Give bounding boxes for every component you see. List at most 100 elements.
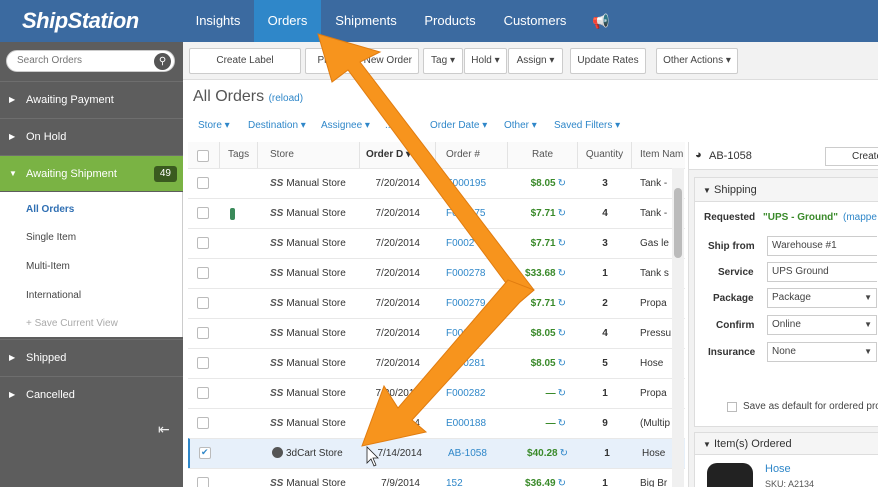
print-button[interactable]: Pr [305, 48, 340, 74]
order-number-link[interactable]: F00028 [446, 319, 506, 348]
header-rate[interactable]: Rate [508, 142, 578, 168]
row-checkbox[interactable] [197, 357, 209, 369]
header-select-all[interactable] [188, 142, 220, 168]
row-checkbox[interactable] [197, 267, 209, 279]
nav-customers[interactable]: Customers [489, 0, 581, 42]
filter-other[interactable]: Other ▾ [504, 120, 537, 131]
insurance-select[interactable]: None ▼ [767, 342, 877, 362]
reload-link[interactable]: (reload) [269, 93, 303, 104]
sidebar-group-on-hold[interactable]: ▶ On Hold [0, 118, 183, 154]
nav-products[interactable]: Products [411, 0, 489, 42]
row-checkbox[interactable] [197, 387, 209, 399]
ship-from-select[interactable]: Warehouse #1 [767, 236, 877, 256]
refresh-rate-icon[interactable]: ↻ [558, 238, 566, 249]
new-order-button[interactable]: New Order [344, 48, 419, 74]
row-checkbox[interactable] [199, 438, 211, 467]
create-label-button[interactable]: Create Label [189, 48, 301, 74]
confirm-select[interactable]: Online ▼ [767, 315, 877, 335]
refresh-rate-icon[interactable]: ↻ [558, 358, 566, 369]
tag-button[interactable]: Tag ▾ [423, 48, 463, 74]
header-quantity[interactable]: Quantity [578, 142, 632, 168]
items-section-header[interactable]: ▼ Item(s) Ordered [695, 433, 878, 455]
table-row[interactable]: SS Manual Store 7/20/2014 F000282— ↻ 1 Propa [188, 378, 685, 408]
refresh-rate-icon[interactable]: ↻ [558, 478, 566, 487]
filter-assignee[interactable]: Assignee ▾ [321, 120, 370, 131]
sidebar-group-awaiting-payment[interactable]: ▶ Awaiting Payment [0, 81, 183, 117]
refresh-rate-icon[interactable]: ↻ [558, 208, 566, 219]
row-checkbox[interactable] [197, 477, 209, 487]
search-input[interactable] [17, 55, 147, 66]
item-name-link[interactable]: Hose [765, 463, 791, 475]
order-number-link[interactable]: AB-1058 [448, 439, 508, 468]
table-row[interactable]: SS Manual Store 7/20/2014 E000188— ↻ 9 (Multip [188, 408, 685, 438]
table-row[interactable]: SS Manual Store 7/20/2014 F000279 $7.71 ↻ 2 Pro… [188, 288, 685, 318]
table-row[interactable]: SS Manual Store 7/20/2014 E000195 $8.05 ↻ 3 Tan… [188, 168, 685, 198]
filter-order-date[interactable]: Order Date ▾ [430, 120, 487, 131]
order-number-link[interactable]: E000195 [446, 169, 506, 198]
mapped-link[interactable]: (mappe [843, 212, 877, 223]
table-scrollbar[interactable] [672, 168, 684, 487]
order-number-link[interactable]: F000275 [446, 199, 506, 228]
refresh-rate-icon[interactable]: ↻ [558, 178, 566, 189]
refresh-rate-icon[interactable]: ↻ [558, 418, 566, 429]
create-label-panel-button[interactable]: Create [825, 147, 878, 166]
nav-orders[interactable]: Orders [254, 0, 321, 42]
sidebar-group-awaiting-shipment[interactable]: ▼ Awaiting Shipment 49 [0, 155, 183, 191]
row-checkbox[interactable] [197, 417, 209, 429]
filter-saved-filters[interactable]: Saved Filters ▾ [554, 120, 620, 131]
table-row[interactable]: SS Manual Store 7/20/2014 F0002 $7.71 ↻ 3 Gas l… [188, 228, 685, 258]
collapse-sidebar-icon[interactable]: ⇤ [158, 421, 170, 438]
select-all-checkbox[interactable] [197, 150, 209, 162]
row-checkbox[interactable] [197, 327, 209, 339]
refresh-rate-icon[interactable]: ↻ [558, 328, 566, 339]
header-store[interactable]: Store [258, 142, 360, 168]
order-number-link[interactable]: F000278 [446, 259, 506, 288]
table-row[interactable]: SS Manual Store 7/20/2014 F000281 $8.05 ↻ 5 Hos… [188, 348, 685, 378]
header-order-number[interactable]: Order # [436, 142, 508, 168]
sidebar-item-all-orders[interactable]: All Orders [26, 204, 74, 215]
save-default-checkbox[interactable] [727, 402, 737, 412]
header-tags[interactable]: Tags [220, 142, 258, 168]
sidebar-item-single-item[interactable]: Single Item [26, 232, 76, 243]
nav-insights[interactable]: Insights [183, 0, 253, 42]
sidebar-item-multi-item[interactable]: Multi-Item [26, 261, 70, 272]
sidebar-group-shipped[interactable]: ▶ Shipped [0, 339, 183, 375]
hold-button[interactable]: Hold ▾ [464, 48, 507, 74]
megaphone-icon[interactable]: 📢 [581, 0, 621, 42]
order-number-link[interactable]: F000282 [446, 379, 506, 408]
table-row[interactable]: SS Manual Store 7/9/2014 152 $36.49 ↻ 1 Big Br [188, 468, 685, 487]
service-select[interactable]: UPS Ground [767, 262, 877, 282]
filter-store[interactable]: Store ▾ [198, 120, 230, 131]
row-checkbox[interactable] [197, 237, 209, 249]
header-item-name[interactable]: Item Nam [632, 142, 685, 168]
other-actions-button[interactable]: Other Actions ▾ [656, 48, 738, 74]
row-checkbox[interactable] [197, 297, 209, 309]
order-number-link[interactable]: F000279 [446, 289, 506, 318]
table-row[interactable]: SS Manual Store 7/20/2014 F000275 $7.71 ↻ 4 Tan… [188, 198, 685, 228]
order-number-link[interactable]: 152 [446, 469, 506, 487]
assign-button[interactable]: Assign ▾ [508, 48, 563, 74]
filter-destination[interactable]: Destination ▾ [248, 120, 306, 131]
nav-shipments[interactable]: Shipments [321, 0, 411, 42]
search-icon[interactable]: ⚲ [154, 53, 171, 70]
row-checkbox[interactable] [197, 207, 209, 219]
brand-logo[interactable]: ShipStation [22, 8, 139, 34]
filter-hidden[interactable]: ... [385, 120, 393, 131]
order-number-link[interactable]: F000281 [446, 349, 506, 378]
order-number-link[interactable]: F0002 [446, 229, 506, 258]
scrollbar-thumb[interactable] [674, 188, 682, 258]
update-rates-button[interactable]: Update Rates [570, 48, 646, 74]
refresh-rate-icon[interactable]: ↻ [558, 298, 566, 309]
row-checkbox[interactable] [197, 177, 209, 189]
sidebar-item-international[interactable]: International [26, 290, 81, 301]
refresh-rate-icon[interactable]: ↻ [558, 388, 566, 399]
shipping-section-header[interactable]: ▼ Shipping [695, 178, 878, 202]
refresh-rate-icon[interactable]: ↻ [558, 268, 566, 279]
table-row[interactable]: SS Manual Store 7/20/2014 F000278 $33.68 ↻ 1 Ta… [188, 258, 685, 288]
header-order-date[interactable]: Order D ▾ [360, 142, 436, 168]
table-row[interactable]: SS Manual Store 7/20/2014 F00028 $8.05 ↻ 4 Pres… [188, 318, 685, 348]
table-row[interactable]: 3dCart Store7/14/2014AB-1058$40.28↻1Hose [188, 438, 685, 468]
order-number-link[interactable]: E000188 [446, 409, 506, 438]
save-view-button[interactable]: + Save Current View [26, 318, 118, 329]
sidebar-group-cancelled[interactable]: ▶ Cancelled [0, 376, 183, 412]
